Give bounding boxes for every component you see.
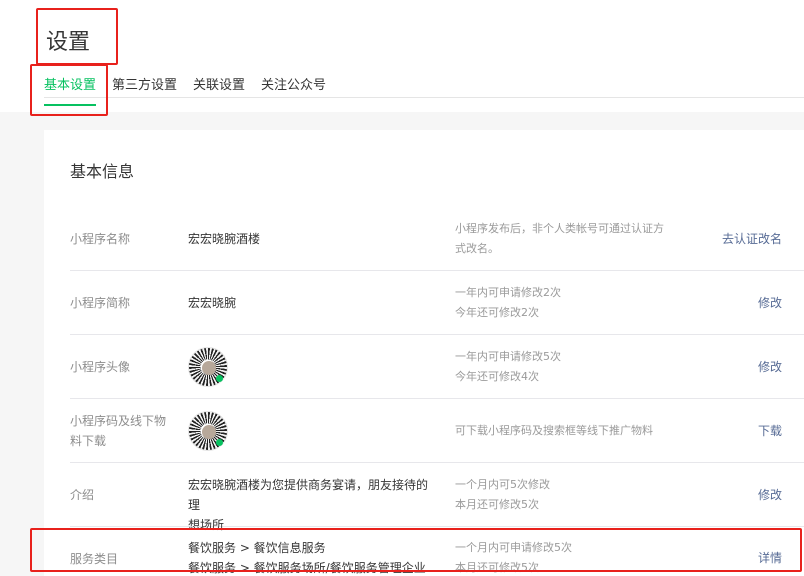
wechat-badge-dot	[216, 375, 223, 382]
download-materials-link[interactable]: 下载	[758, 421, 782, 441]
row-value: 宏宏晓腕酒楼	[188, 232, 261, 246]
row-introduction: 介绍 宏宏晓腕酒楼为您提供商务宴请，朋友接待的理 想场所 一个月内可5次修改 本…	[70, 463, 804, 532]
edit-short-name-link[interactable]: 修改	[758, 293, 782, 313]
annotation-box-service-category	[30, 528, 802, 572]
row-hint-line: 式改名。	[455, 242, 499, 255]
row-app-name: 小程序名称 宏宏晓腕酒楼 小程序发布后，非个人类帐号可通过认证方 式改名。 去认…	[70, 206, 804, 271]
row-app-short-name: 小程序简称 宏宏晓腕 一年内可申请修改2次 今年还可修改2次 修改	[70, 271, 804, 335]
row-value	[188, 411, 438, 451]
qr-center	[202, 425, 216, 439]
row-label: 小程序名称	[70, 232, 131, 246]
row-value-line: 宏宏晓腕酒楼为您提供商务宴请，朋友接待的理	[188, 478, 429, 512]
avatar-center	[202, 361, 216, 375]
row-label-line: 小程序码及线下物	[70, 414, 167, 428]
row-hint-line: 一年内可申请修改2次	[455, 286, 561, 299]
row-label-line: 料下载	[70, 434, 107, 448]
row-hint-line: 一年内可申请修改5次	[455, 350, 561, 363]
row-hint: 一年内可申请修改5次 今年还可修改4次	[455, 347, 685, 387]
row-hint: 可下载小程序码及搜索框等线下推广物料	[455, 424, 653, 437]
qr-code-icon	[188, 411, 228, 451]
annotation-box-tab	[30, 64, 108, 116]
row-hint-line: 一个月内可5次修改	[455, 478, 550, 491]
qr-avatar-icon	[188, 347, 228, 387]
rename-by-verification-link[interactable]: 去认证改名	[722, 229, 782, 249]
section-title: 基本信息	[70, 162, 135, 181]
row-app-avatar: 小程序头像 一年内可申请修改5次 今年还可修改4次 修改	[70, 335, 804, 399]
tab-linked-settings[interactable]: 关联设置	[193, 74, 245, 106]
tab-third-party-settings[interactable]: 第三方设置	[112, 74, 177, 106]
tab-follow-official-account[interactable]: 关注公众号	[261, 74, 326, 106]
row-label: 小程序码及线下物 料下载	[70, 411, 170, 451]
basic-info-card: 基本信息 小程序名称 宏宏晓腕酒楼 小程序发布后，非个人类帐号可通过认证方 式改…	[44, 130, 804, 576]
row-value	[188, 347, 438, 387]
row-value: 宏宏晓腕	[188, 296, 237, 310]
edit-introduction-link[interactable]: 修改	[758, 485, 782, 505]
info-rows: 小程序名称 宏宏晓腕酒楼 小程序发布后，非个人类帐号可通过认证方 式改名。 去认…	[70, 206, 804, 576]
row-hint: 小程序发布后，非个人类帐号可通过认证方 式改名。	[455, 219, 685, 259]
edit-avatar-link[interactable]: 修改	[758, 357, 782, 377]
row-hint-line: 今年还可修改4次	[455, 370, 539, 383]
row-label: 小程序简称	[70, 296, 131, 310]
row-qr-materials: 小程序码及线下物 料下载 可下载小程序码及搜索框等线下推广物料 下载	[70, 399, 804, 463]
row-hint-line: 今年还可修改2次	[455, 306, 539, 319]
header: 设置 基本设置 第三方设置 关联设置 关注公众号	[0, 0, 804, 112]
wechat-badge-dot	[216, 439, 223, 446]
row-value: 宏宏晓腕酒楼为您提供商务宴请，朋友接待的理 想场所	[188, 475, 438, 535]
row-label: 小程序头像	[70, 360, 131, 374]
tab-divider	[44, 97, 804, 98]
row-hint-line: 本月还可修改5次	[455, 498, 539, 511]
row-hint: 一年内可申请修改2次 今年还可修改2次	[455, 283, 685, 323]
annotation-box-title	[36, 8, 118, 65]
row-label: 介绍	[70, 488, 95, 502]
row-hint: 一个月内可5次修改 本月还可修改5次	[455, 475, 685, 515]
row-hint-line: 小程序发布后，非个人类帐号可通过认证方	[455, 222, 664, 235]
